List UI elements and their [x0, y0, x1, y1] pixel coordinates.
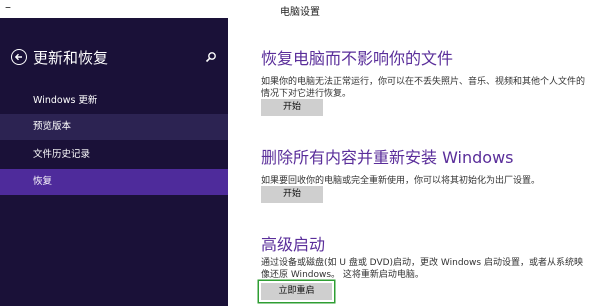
sidebar-item-label: 预览版本	[33, 121, 72, 132]
page-title: 更新和恢复	[33, 49, 109, 67]
back-arrow-icon	[14, 53, 22, 61]
section-title-advanced-startup: 高级启动	[261, 235, 326, 254]
sidebar-item-label: Windows 更新	[33, 95, 98, 106]
start-reset-button[interactable]: 开始	[261, 186, 323, 203]
sidebar-item-preview-builds[interactable]: 预览版本	[0, 114, 228, 140]
search-icon[interactable]	[205, 51, 217, 63]
sidebar-item-windows-update[interactable]: Windows 更新	[0, 88, 228, 114]
sidebar-item-label: 文件历史记录	[33, 149, 91, 160]
back-button[interactable]	[11, 49, 27, 65]
section-description-refresh: 如果你的电脑无法正常运行，你可以在不丢失照片、音乐、视频和其他个人文件的情况下对…	[261, 77, 586, 99]
section-title-refresh: 恢复电脑而不影响你的文件	[261, 49, 454, 68]
title-bar: – 电脑设置	[0, 0, 600, 18]
sidebar-item-file-history[interactable]: 文件历史记录	[0, 142, 228, 168]
restart-now-button[interactable]: 立即重启	[261, 283, 332, 300]
section-description-advanced-startup: 通过设备或磁盘(如 U 盘或 DVD)启动，更改 Windows 启动设置，或者…	[261, 258, 583, 280]
sidebar-item-recovery[interactable]: 恢复	[0, 169, 228, 195]
section-title-reset: 删除所有内容并重新安装 Windows	[261, 148, 514, 167]
start-refresh-button[interactable]: 开始	[261, 99, 323, 116]
sidebar-item-label: 恢复	[33, 176, 53, 187]
sidebar: 更新和恢复 Windows 更新 预览版本 文件历史记录 恢复	[0, 18, 228, 306]
main-content: 恢复电脑而不影响你的文件 如果你的电脑无法正常运行，你可以在不丢失照片、音乐、视…	[228, 18, 600, 306]
window-title: 电脑设置	[280, 7, 320, 18]
